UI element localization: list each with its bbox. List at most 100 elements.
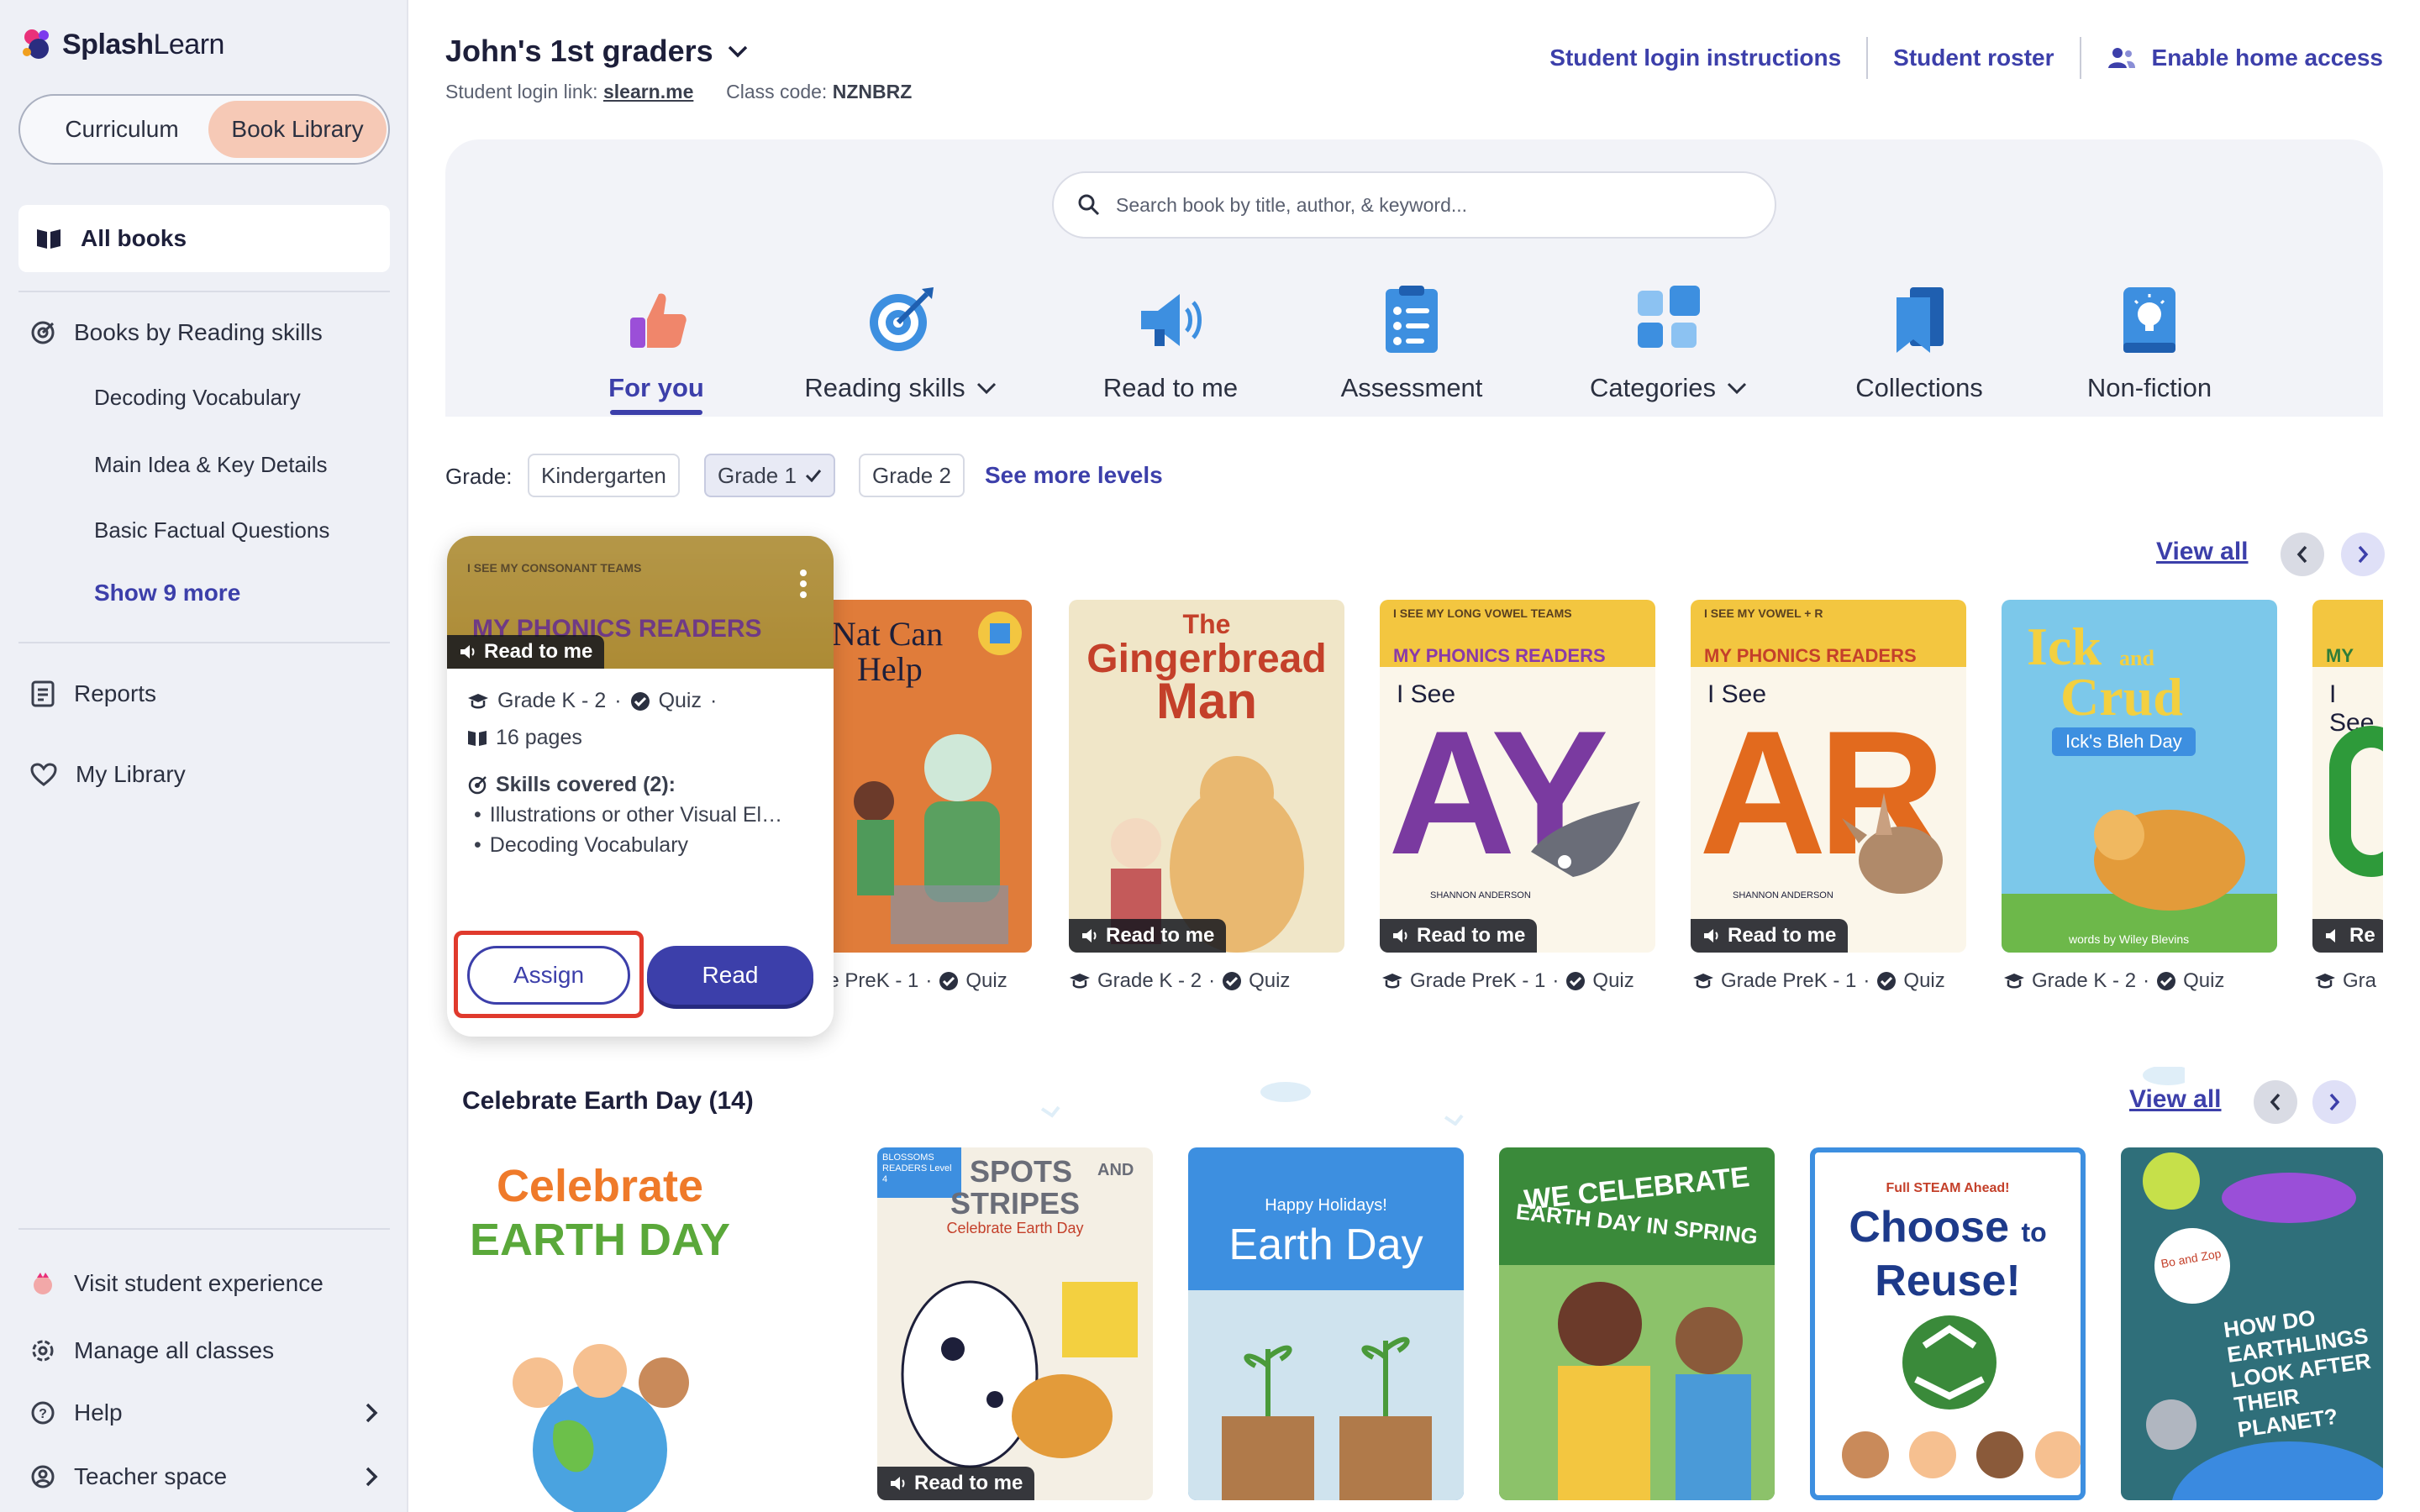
student-roster-link[interactable]: Student roster <box>1893 45 2054 71</box>
category-assessment[interactable]: Assessment <box>1336 282 1487 403</box>
category-label: Non-fiction <box>2086 373 2212 402</box>
active-tab-indicator <box>610 410 702 415</box>
carousel-prev-button[interactable] <box>2254 1080 2297 1124</box>
assign-button[interactable]: Assign <box>467 946 630 1005</box>
book-author: words by Wiley Blevins <box>2069 932 2190 946</box>
sidebar-item-label: My Library <box>76 761 186 787</box>
sidebar-skill-decoding-vocabulary[interactable]: Decoding Vocabulary <box>94 385 301 411</box>
sidebar-item-all-books[interactable]: All books <box>18 205 390 272</box>
sidebar-item-visit-student[interactable]: Visit student experience <box>30 1270 324 1297</box>
sidebar-item-teacher-space[interactable]: Teacher space <box>30 1463 378 1490</box>
category-for-you[interactable]: For you <box>608 282 704 403</box>
grade-chip-grade-2[interactable]: Grade 2 <box>859 454 965 497</box>
speaker-icon <box>1702 927 1721 944</box>
book-grade: Gra <box>2343 969 2377 992</box>
book-title-line: Ick <box>2027 617 2102 676</box>
sidebar-item-my-library[interactable]: My Library <box>30 761 186 788</box>
show-more-skills-link[interactable]: Show 9 more <box>94 580 240 606</box>
book-title-line: AND <box>1097 1161 1134 1179</box>
book-meta: le PreK - 1 · Quiz <box>823 969 1007 992</box>
sidebar-skill-main-idea[interactable]: Main Idea & Key Details <box>94 452 327 478</box>
read-to-me-badge: Re <box>2312 919 2383 953</box>
search-box[interactable]: Search book by title, author, & keyword.… <box>1052 171 1776 239</box>
brand-name-bold: Splash <box>62 28 154 60</box>
chevron-right-icon <box>2356 544 2370 564</box>
read-to-me-badge: Read to me <box>1380 919 1538 953</box>
open-book-icon <box>35 227 62 250</box>
category-reading-skills[interactable]: Reading skills <box>798 282 1003 403</box>
book-library-tab[interactable]: Book Library <box>208 101 387 158</box>
sidebar-item-manage-classes[interactable]: Manage all classes <box>30 1337 274 1364</box>
read-to-me-label: Read to me <box>1728 924 1837 947</box>
hover-card-pages: 16 pages <box>467 726 582 750</box>
see-more-levels-link[interactable]: See more levels <box>985 462 1163 489</box>
class-selector[interactable]: John's 1st graders <box>445 34 749 69</box>
search-input[interactable]: Search book by title, author, & keyword.… <box>1116 194 1467 217</box>
category-non-fiction[interactable]: Non-fiction <box>2074 282 2225 403</box>
book-subtitle: Ick's Bleh Day <box>2052 727 2196 756</box>
badge-icon <box>978 612 1022 655</box>
sidebar-item-label: Teacher space <box>74 1463 228 1489</box>
help-icon: ? <box>30 1400 55 1425</box>
checklist-icon <box>1374 282 1449 358</box>
book-cover-spots-and-stripes[interactable]: BLOSSOMS READERS Level 4 SPOTS AND STRIP… <box>877 1147 1153 1500</box>
series-title: MY PHONICS READERS <box>1704 645 1917 666</box>
class-code-label: Class code: <box>726 81 828 102</box>
category-read-to-me[interactable]: Read to me <box>1097 282 1244 403</box>
carousel-next-button[interactable] <box>2341 533 2385 576</box>
book-cover-ick-and-crud[interactable]: Ick and Crud Ick's Bleh Day words by Wil… <box>2002 600 2277 953</box>
skill-item: • Illustrations or other Visual El… <box>474 803 783 827</box>
book-quiz: Quiz <box>965 969 1007 992</box>
carousel-next-button[interactable] <box>2312 1080 2356 1124</box>
student-login-link[interactable]: slearn.me <box>603 81 693 102</box>
book-grade: Grade K - 2 <box>497 689 607 712</box>
carousel-prev-button[interactable] <box>2281 533 2324 576</box>
target-icon <box>30 320 55 345</box>
category-collections[interactable]: Collections <box>1845 282 1993 403</box>
grade-filter-label: Grade: <box>445 464 513 489</box>
student-login-instructions-link[interactable]: Student login instructions <box>1549 45 1841 71</box>
enable-home-access-link[interactable]: Enable home access <box>2107 45 2383 71</box>
grade-chip-kindergarten[interactable]: Kindergarten <box>528 454 680 497</box>
book-quiz: Quiz <box>1592 969 1634 992</box>
grad-cap-icon <box>1692 972 1714 990</box>
category-categories[interactable]: Categories <box>1576 282 1761 403</box>
book-meta: Grade PreK - 1 · Quiz <box>1381 969 1634 993</box>
book-illustration <box>2143 1152 2383 1500</box>
book-illustration <box>1531 801 1640 877</box>
sidebar-item-help[interactable]: ? Help <box>30 1399 378 1426</box>
book-illustration <box>513 1344 689 1512</box>
sidebar-item-reports[interactable]: Reports <box>30 680 156 707</box>
view-all-link[interactable]: View all <box>2156 538 2249 566</box>
class-name: John's 1st graders <box>445 34 713 68</box>
view-all-link[interactable]: View all <box>2129 1085 2222 1114</box>
grad-cap-icon <box>1069 972 1091 990</box>
book-cover-i-see-ar[interactable]: I SEE MY VOWEL + R MY PHONICS READERS I … <box>1691 600 1966 953</box>
read-to-me-label: Read to me <box>1417 924 1526 947</box>
class-info: Student login link: slearn.me Class code… <box>445 81 912 103</box>
curriculum-tab[interactable]: Curriculum <box>27 101 217 158</box>
sidebar-item-reading-skills[interactable]: Books by Reading skills <box>30 319 323 346</box>
book-grade: le PreK - 1 <box>823 969 919 992</box>
book-cover-earth-day-in-spring[interactable]: WE CELEBRATE EARTH DAY IN SPRING <box>1499 1147 1775 1500</box>
book-grade: Grade PreK - 1 <box>1410 969 1546 992</box>
book-cover-i-see-ay[interactable]: I SEE MY LONG VOWEL TEAMS MY PHONICS REA… <box>1380 600 1655 953</box>
grade-chip-grade-1[interactable]: Grade 1 <box>704 454 835 497</box>
splashlearn-logo[interactable]: SplashLearn <box>18 25 224 64</box>
book-cover-earth-day[interactable]: Happy Holidays! Earth Day <box>1188 1147 1464 1500</box>
book-title-line: Man <box>1156 673 1257 729</box>
read-button[interactable]: Read <box>647 946 813 1005</box>
book-cover-gingerbread-man[interactable]: The Gingerbread Man Read to me <box>1069 600 1344 953</box>
more-options-icon[interactable] <box>800 570 807 598</box>
shelf-title: Celebrate Earth Day (14) <box>462 1087 754 1115</box>
report-icon <box>30 680 55 707</box>
book-cover-earthlings[interactable]: Bo and Zop HOW DO EARTHLINGS LOOK AFTER … <box>2121 1147 2383 1500</box>
book-title-line: Nat Can <box>832 615 944 653</box>
read-to-me-label: Read to me <box>1106 924 1215 947</box>
book-cover-celebrate-earth-day[interactable]: Celebrate EARTH DAY <box>462 1147 738 1512</box>
sidebar: SplashLearn Curriculum Book Library All … <box>0 0 408 1512</box>
book-cover-partial[interactable]: MY I See Re <box>2312 600 2383 953</box>
book-cover-choose-to-reuse[interactable]: Full STEAM Ahead! Choose to Reuse! <box>1810 1147 2086 1500</box>
users-icon <box>2107 46 2137 70</box>
sidebar-skill-factual-questions[interactable]: Basic Factual Questions <box>94 517 329 543</box>
